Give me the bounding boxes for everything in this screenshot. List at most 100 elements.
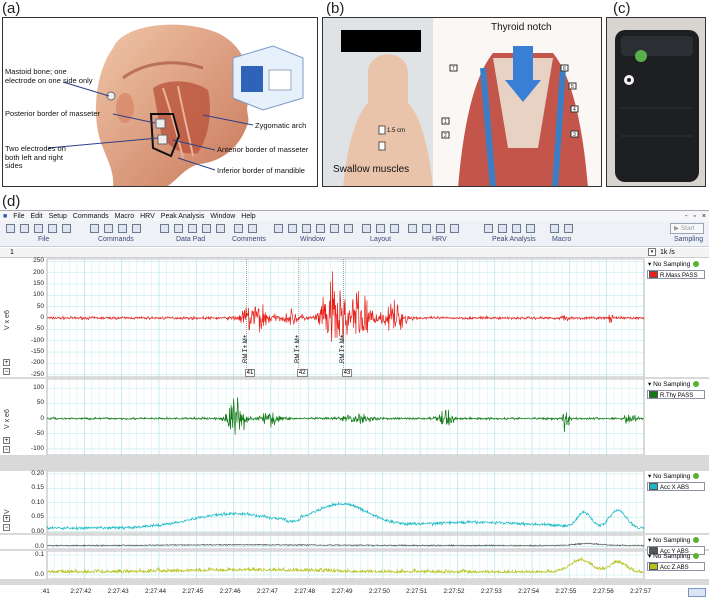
panel-a-label: (a): [2, 0, 21, 17]
channel-side-panel-ch1: ▾ No Sampling R.Mass PASS: [645, 259, 709, 377]
two-electrodes-annotation: Two electrodes on both left and right si…: [5, 144, 66, 171]
time-tick-label: 2:27:57: [630, 588, 652, 595]
scale-up-button[interactable]: +: [3, 437, 10, 444]
channel-separator[interactable]: [0, 377, 709, 379]
y-unit-label: V x e6: [4, 310, 11, 330]
y-tick-label: 200: [33, 268, 44, 276]
channel-separator[interactable]: [0, 455, 709, 471]
channel-side-panel-ch3: ▾ No Sampling Acc X ABS: [645, 471, 709, 533]
channel-separator[interactable]: [0, 533, 709, 535]
grid-ch3: [46, 471, 645, 533]
y-tick-label: 0.0: [34, 542, 44, 550]
svg-text:6: 6: [563, 66, 566, 72]
panel-a-frame: Mastoid bone; one electrode on one side …: [2, 17, 318, 187]
anterior-border-annotation: Anterior border of masseter: [217, 145, 309, 154]
mastoid-annotation: Mastoid bone; one electrode on one side …: [5, 67, 93, 85]
channel-color-swatch: [649, 391, 658, 398]
y-tick-label: 0.10: [31, 498, 44, 506]
sensor-device-photo: [607, 18, 705, 186]
scale-down-button[interactable]: −: [3, 368, 10, 375]
time-tick-label: 2:27:42: [70, 588, 92, 595]
time-tick-label: 2:27:49: [331, 588, 353, 595]
inferior-border-annotation: Inferior border of mandible: [217, 166, 305, 175]
channel-side-panel-ch4: ▾ No Sampling Acc Y ABS: [645, 535, 709, 555]
y-tick-label: 50: [36, 399, 44, 407]
time-tick-label: 2:27:56: [592, 588, 614, 595]
status-dot-icon: [693, 381, 700, 387]
y-tick-label: -250: [30, 370, 44, 378]
neck-illustration: 1 2 3 4 5 6 7: [323, 18, 601, 186]
sampling-status-text: No Sampling: [653, 537, 691, 544]
time-tick-label: 2:27:52: [443, 588, 465, 595]
channel-side-panel-ch2: ▾ No Sampling R.Thy PASS: [645, 379, 709, 455]
scale-down-button[interactable]: −: [3, 524, 10, 531]
channel-name-box[interactable]: Acc X ABS: [647, 482, 705, 491]
svg-text:4: 4: [573, 107, 576, 113]
swallow-muscles-label: Swallow muscles: [333, 164, 410, 175]
time-tick-label: 2:27:54: [518, 588, 540, 595]
y-tick-label: 100: [33, 384, 44, 392]
time-tick-label: 2:27:55: [555, 588, 577, 595]
channel-name-box[interactable]: Acc Z ABS: [647, 562, 705, 571]
time-tick-label: 2:27:47: [256, 588, 278, 595]
time-tick-label: :41: [41, 588, 50, 595]
panel-b-frame: 1 2 3 4 5 6 7 Thyroid notch Swallow musc…: [322, 17, 602, 187]
y-tick-label: -200: [30, 359, 44, 367]
y-tick-label: -100: [30, 336, 44, 344]
channel-name-box[interactable]: R.Thy PASS: [647, 390, 705, 399]
channel-separator[interactable]: [0, 579, 709, 585]
y-tick-label: -50: [34, 325, 44, 333]
y-unit-label: V x e6: [4, 409, 11, 429]
channel-color-swatch: [649, 563, 658, 570]
time-tick-label: 2:27:51: [406, 588, 428, 595]
sampling-status-text: No Sampling: [653, 553, 691, 560]
comment-number-box[interactable]: 42: [296, 369, 308, 377]
thyroid-notch-label: Thyroid notch: [491, 22, 552, 33]
y-tick-label: -150: [30, 348, 44, 356]
scale-down-button[interactable]: −: [3, 446, 10, 453]
scale-up-button[interactable]: +: [3, 359, 10, 366]
electrode-package-image: [232, 45, 304, 111]
comment-text: RM T+ M+: [294, 334, 301, 363]
status-dot-icon: [693, 261, 700, 267]
comment-text: RM T+ M+: [242, 334, 249, 363]
y-tick-label: 0.1: [34, 551, 44, 558]
channel-name: R.Mass PASS: [660, 273, 698, 279]
comment-number-box[interactable]: 41: [244, 369, 256, 377]
channel-name: Acc Z ABS: [660, 565, 689, 571]
view-mode-button[interactable]: [688, 588, 706, 597]
y-tick-label: 0.0: [34, 571, 44, 578]
status-dot-icon: [693, 473, 700, 479]
status-dot-icon: [693, 537, 700, 543]
sampling-status: ▾ No Sampling: [648, 552, 700, 560]
y-unit-label: V: [4, 509, 11, 514]
y-tick-label: 0.20: [31, 469, 44, 477]
y-tick-label: 0.15: [31, 484, 44, 492]
time-tick-label: 2:27:53: [480, 588, 502, 595]
sampling-status: ▾ No Sampling: [648, 536, 700, 544]
channel-side-panel-ch5: ▾ No Sampling Acc Z ABS: [645, 551, 709, 579]
channel-separator[interactable]: [0, 549, 709, 551]
y-tick-label: 100: [33, 291, 44, 299]
grid-ch5: [46, 551, 645, 579]
y-tick-label: 150: [33, 279, 44, 287]
channel-name: R.Thy PASS: [660, 393, 694, 399]
sampling-status: ▾ No Sampling: [648, 380, 700, 388]
svg-text:3: 3: [573, 132, 576, 138]
sampling-status-text: No Sampling: [653, 381, 691, 388]
svg-text:1: 1: [444, 119, 447, 125]
distance-label: 1.5 cm: [387, 128, 406, 134]
svg-text:5: 5: [571, 84, 574, 90]
y-tick-label: -100: [30, 444, 44, 452]
posterior-border-annotation: Posterior border of masseter: [5, 109, 101, 118]
comment-number-box[interactable]: 43: [341, 369, 353, 377]
panel-c-label: (c): [613, 0, 631, 17]
comment-text: RM T+ M+: [339, 334, 346, 363]
sampling-status-text: No Sampling: [653, 261, 691, 268]
svg-text:2: 2: [444, 133, 447, 139]
channel-color-swatch: [649, 483, 658, 490]
channel-color-swatch: [649, 271, 658, 278]
scale-up-button[interactable]: +: [3, 515, 10, 522]
y-tick-label: 0: [40, 414, 44, 422]
channel-name-box[interactable]: R.Mass PASS: [647, 270, 705, 279]
